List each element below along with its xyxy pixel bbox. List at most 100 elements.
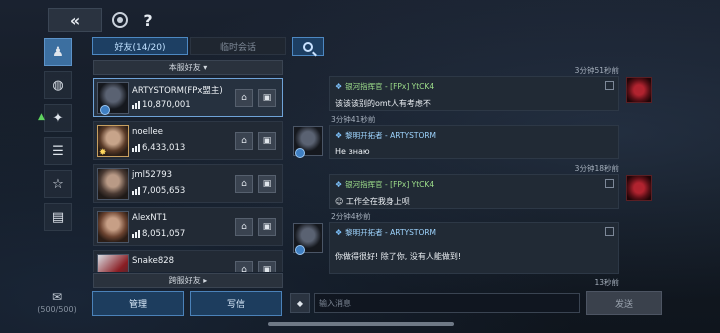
star-badge-icon: ✸ (99, 148, 107, 158)
refresh-button[interactable] (108, 8, 132, 32)
power-icon (132, 144, 140, 152)
message-timestamp: 3分钟18秒前 (574, 164, 619, 173)
avatar[interactable] (293, 126, 323, 158)
message-bubble: ❖ 银河指挥官 - [FPx] YtCK4 ☺ 工作全在我身上呗 (329, 174, 619, 209)
base-icon: ⌂ (241, 179, 247, 189)
message-text: Не знаю (335, 147, 370, 156)
friend-row[interactable]: Snake828 ⌂ ▣ (93, 250, 283, 272)
back-button[interactable]: « (48, 8, 102, 32)
chat-panel[interactable]: 3分钟51秒前 ❖ 银河指挥官 - [FPx] YtCK4 该该该别的omt人有考… (289, 61, 667, 286)
friend-name: AlexNT1 (132, 213, 168, 223)
friend-power: 8,051,057 (132, 229, 185, 239)
star-icon: ☆ (52, 176, 64, 192)
message-input[interactable] (314, 293, 580, 313)
visit-base-button[interactable]: ⌂ (235, 261, 253, 272)
cross-server-friends-header[interactable]: 跨服好友 ▸ (93, 273, 283, 288)
rank-wing-icon: ❖ (335, 180, 343, 189)
send-button[interactable]: 发送 (586, 291, 662, 315)
local-friends-header[interactable]: 本服好友 ▾ (93, 60, 283, 75)
visit-base-button[interactable]: ⌂ (235, 175, 253, 193)
send-gift-button[interactable]: ▣ (258, 132, 276, 150)
mail-count: (500/500) (37, 305, 77, 314)
refresh-icon (112, 12, 128, 28)
left-rail: ♟ ◍ ✦ ☰ ☆ ▤ (44, 38, 72, 236)
top-bar: « ? (48, 8, 158, 32)
tab-friends[interactable]: 好友(14/20) (92, 37, 188, 55)
rank-badge-icon (295, 148, 305, 158)
message-text: 该该该别的omt人有考虑不 (335, 99, 431, 108)
gift-rail-button[interactable]: ▤ (44, 203, 72, 231)
favorites-rail-button[interactable]: ☆ (44, 170, 72, 198)
message-sender: ❖ 黎明开拓者 - ARTYSTORM (335, 228, 437, 237)
friends-rail-button[interactable]: ♟ (44, 38, 72, 66)
base-icon: ⌂ (241, 222, 247, 232)
help-button[interactable]: ? (138, 11, 158, 30)
emoji-icon: ☺ (335, 197, 344, 206)
visit-base-button[interactable]: ⌂ (235, 218, 253, 236)
message-bubble: ❖ 黎明开拓者 - ARTYSTORM Не знаю (329, 125, 619, 159)
gift-icon: ▣ (262, 222, 272, 232)
message-timestamp: 3分钟51秒前 (574, 66, 619, 75)
write-mail-button[interactable]: 写信 (190, 291, 282, 316)
gift-icon: ▣ (262, 179, 272, 189)
friend-power: 7,005,653 (132, 186, 185, 196)
tab-temp-chat[interactable]: 临时会话 (190, 37, 286, 55)
copy-icon[interactable] (605, 81, 614, 90)
message-bubble: ❖ 银河指挥官 - [FPx] YtCK4 该该该别的omt人有考虑不 (329, 76, 619, 111)
alliance-rail-button[interactable]: ✦ (44, 104, 72, 132)
avatar[interactable] (626, 77, 652, 103)
list-icon: ☰ (52, 143, 64, 159)
notes-rail-button[interactable]: ☰ (44, 137, 72, 165)
power-icon (132, 101, 140, 109)
send-gift-button[interactable]: ▣ (258, 261, 276, 272)
friend-name: Snake828 (132, 256, 175, 266)
gift-icon: ▣ (262, 265, 272, 272)
message-sender: ❖ 黎明开拓者 - ARTYSTORM (335, 131, 437, 140)
friend-power: 10,870,001 (132, 100, 191, 110)
friend-row[interactable]: ✸ noellee 6,433,013 ⌂ ▣ (93, 121, 283, 160)
emoji-button[interactable]: ◆ (290, 293, 310, 313)
avatar (97, 82, 129, 115)
send-gift-button[interactable]: ▣ (258, 89, 276, 107)
message-bubble: ❖ 黎明开拓者 - ARTYSTORM 你做得很好! 除了你, 没有人能做到! (329, 222, 619, 274)
friend-row[interactable]: ARTYSTORM(FPx盟主) 10,870,001 ⌂ ▣ (93, 78, 283, 117)
gift-icon: ▣ (262, 136, 272, 146)
friend-row[interactable]: jml52793 7,005,653 ⌂ ▣ (93, 164, 283, 203)
mail-icon: ✉ (51, 290, 63, 304)
message-timestamp: 3分钟41秒前 (331, 115, 376, 124)
copy-icon[interactable] (605, 227, 614, 236)
globe-icon: ◍ (52, 77, 64, 93)
message-timestamp: 13秒前 (594, 278, 619, 286)
avatar (97, 168, 129, 200)
online-dot-icon: ▲ (38, 112, 45, 122)
emoji-icon: ◆ (296, 298, 304, 308)
search-button[interactable] (292, 37, 324, 56)
gift-icon: ▣ (262, 93, 272, 103)
base-icon: ⌂ (241, 93, 247, 103)
rank-badge-icon (295, 245, 305, 255)
manage-button[interactable]: 管理 (92, 291, 184, 316)
power-icon (132, 230, 140, 238)
avatar[interactable] (626, 175, 652, 201)
alliance-icon: ✦ (52, 110, 64, 126)
world-rail-button[interactable]: ◍ (44, 71, 72, 99)
friend-name: noellee (132, 127, 163, 137)
friend-power: 6,433,013 (132, 143, 185, 153)
visit-base-button[interactable]: ⌂ (235, 89, 253, 107)
send-gift-button[interactable]: ▣ (258, 175, 276, 193)
friend-name: ARTYSTORM(FPx盟主) (132, 86, 223, 96)
search-icon (303, 41, 313, 52)
message-timestamp: 2分钟4秒前 (331, 212, 371, 221)
friend-row[interactable]: AlexNT1 8,051,057 ⌂ ▣ (93, 207, 283, 246)
friend-list[interactable]: ARTYSTORM(FPx盟主) 10,870,001 ⌂ ▣ ✸ noelle… (93, 78, 283, 272)
rank-wing-icon: ❖ (335, 131, 343, 140)
home-indicator (268, 322, 454, 326)
send-gift-button[interactable]: ▣ (258, 218, 276, 236)
copy-icon[interactable] (605, 179, 614, 188)
avatar (97, 211, 129, 243)
power-icon (132, 187, 140, 195)
mailbox[interactable]: ✉ (500/500) (36, 290, 78, 314)
visit-base-button[interactable]: ⌂ (235, 132, 253, 150)
avatar[interactable] (293, 223, 323, 255)
base-icon: ⌂ (241, 136, 247, 146)
